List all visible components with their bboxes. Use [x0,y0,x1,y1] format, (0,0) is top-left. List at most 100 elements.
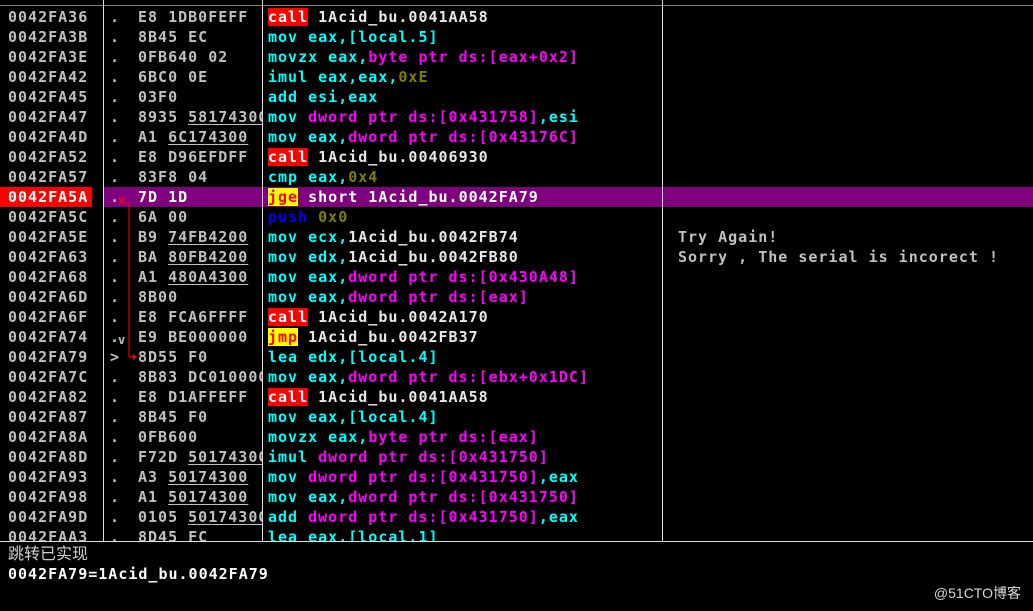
mnemonic: movzx [268,48,319,66]
address-cell: 0042FA45 [8,88,89,106]
disasm-row[interactable]: 0042FA52. E8 D96EFDFF call 1Acid_bu.004069… [0,147,1033,167]
row-marker: . [110,268,121,286]
disasm-row[interactable]: 0042FA9D. 0105 50174300 add dword ptr ds:[… [0,507,1033,527]
disasm-row[interactable]: 0042FA5C. 6A 00 push 0x0 [0,207,1033,227]
hex-dump-cell: A1 50174300 [138,487,262,507]
disasm-row[interactable]: 0042FA6F. E8 FCA6FFFF call 1Acid_bu.0042A1… [0,307,1033,327]
disasm-row[interactable]: 0042FA93. A3 50174300 mov dword ptr ds:[0x… [0,467,1033,487]
row-marker: . [110,148,121,166]
operand: eax, [298,268,349,286]
hex-dump-cell: 8D55 F0 [138,347,262,367]
hex-dump-cell: E8 1DB0FEFF [138,7,262,27]
watermark: @51CTO博客 [933,585,1021,601]
operand: dword ptr ds:[0x431758] [298,108,539,126]
hex-byte-group: 02 [208,48,229,66]
hex-dump-cell: 7D 1D [138,187,262,207]
row-marker: . [110,508,121,526]
mnemonic: mov [268,488,299,506]
hex-byte-group: 04 [188,168,209,186]
operand: eax, [298,168,349,186]
hex-dump-cell: 6A 00 [138,207,262,227]
address-cell: 0042FA57 [8,168,89,186]
disassembly-cell: call 1Acid_bu.0041AA58 [268,387,660,407]
row-marker: . [110,48,121,66]
disasm-row[interactable]: 0042FA82. E8 D1AFFEFF call 1Acid_bu.0041AA… [0,387,1033,407]
hex-byte-group: 7D [138,188,159,206]
disassembly-pane[interactable]: 0042FA36. E8 1DB0FEFF call 1Acid_bu.0041AA… [0,0,1033,541]
disasm-row[interactable]: 0042FA98. A1 50174300 mov eax,dword ptr ds… [0,487,1033,507]
address-cell: 0042FA5E [8,228,89,246]
hex-byte-group: A1 [138,128,159,146]
operand: ecx, [298,228,349,246]
column-divider-comment[interactable] [662,0,663,541]
operand: dword ptr ds:[0x431750] [298,468,539,486]
disasm-row[interactable]: 0042FA4D. A1 6C174300 mov eax,dword ptr ds… [0,127,1033,147]
disasm-row[interactable]: 0042FA68. A1 480A4300 mov eax,dword ptr ds… [0,267,1033,287]
disassembly-cell: imul dword ptr ds:[0x431750] [268,447,660,467]
hex-dump-cell: 8D45 FC [138,527,262,541]
jump-status-text: 跳转已实现 [8,544,89,563]
mnemonic: add [268,508,299,526]
disasm-row[interactable]: 0042FA3E. 0FB640 02 movzx eax,byte ptr ds:… [0,47,1033,67]
mnemonic: imul [268,68,309,86]
disasm-row[interactable]: 0042FA42. 6BC0 0E imul eax,eax,0xE [0,67,1033,87]
disasm-row[interactable]: 0042FA79 >8D55 F0 lea edx,[local.4] [0,347,1033,367]
hex-dump-cell: 0FB600 [138,427,262,447]
mnemonic: call [268,8,309,26]
operand: byte ptr ds:[eax] [368,428,539,446]
operand: 1Acid_bu.0042A170 [308,308,489,326]
disassembly-cell: mov dword ptr ds:[0x431750],eax [268,467,660,487]
mnemonic: mov [268,268,299,286]
hex-byte-group: E8 [138,388,159,406]
disassembly-cell: mov dword ptr ds:[0x431758],esi [268,107,660,127]
operand: eax, [318,48,369,66]
row-marker: . [110,208,121,226]
hex-dump-cell: 0105 50174300 [138,507,262,527]
hex-dump-cell: 83F8 04 [138,167,262,187]
disasm-row[interactable]: 0042FA36. E8 1DB0FEFF call 1Acid_bu.0041AA… [0,7,1033,27]
disasm-row[interactable]: 0042FA3B. 8B45 EC mov eax,[local.5] [0,27,1033,47]
hex-dump-cell: E8 D96EFDFF [138,147,262,167]
operand: 0x0 [308,208,349,226]
disasm-row[interactable]: 0042FAA3. 8D45 FC lea eax,[local.1] [0,527,1033,541]
hex-byte-group: D1AFFEFF [168,388,249,406]
disasm-row[interactable]: 0042FA74. v E9 BE000000 jmp 1Acid_bu.0042FB… [0,327,1033,347]
operand: ,esi [538,108,579,126]
row-marker: . [110,108,121,126]
mnemonic: jge [268,188,299,206]
disasm-row[interactable]: 0042FA6D. 8B00 mov eax,dword ptr ds:[eax] [0,287,1033,307]
address-cell: 0042FA74 [8,328,89,346]
hex-dump-cell: 8B45 EC [138,27,262,47]
disasm-row[interactable]: 0042FA45. 03F0 add esi,eax [0,87,1033,107]
disasm-row[interactable]: 0042FA8A. 0FB600 movzx eax,byte ptr ds:[ea… [0,427,1033,447]
disassembly-cell: call 1Acid_bu.0042A170 [268,307,660,327]
disasm-row[interactable]: 0042FA5E. B9 74FB4200 mov ecx,1Acid_bu.004… [0,227,1033,247]
disasm-row[interactable]: 0042FA8D. F72D 50174300 imul dword ptr ds:… [0,447,1033,467]
hex-byte-group: EC [188,28,209,46]
disassembly-cell: cmp eax,0x4 [268,167,660,187]
column-divider-address[interactable] [103,0,104,541]
disasm-row[interactable]: 0042FA57. 83F8 04 cmp eax,0x4 [0,167,1033,187]
jump-target-text: 0042FA79=1Acid_bu.0042FA79 [8,565,269,583]
hex-dump-cell: 03F0 [138,87,262,107]
column-divider-hex-dump[interactable] [262,0,263,541]
disasm-row[interactable]: 0042FA5A. v 7D 1D jge short 1Acid_bu.0042FA… [0,187,1033,207]
operand: 0x4 [348,168,379,186]
hex-dump-cell: E8 D1AFFEFF [138,387,262,407]
disasm-row[interactable]: 0042FA87. 8B45 F0 mov eax,[local.4] [0,407,1033,427]
operand: dword ptr ds:[eax] [348,288,529,306]
disasm-row[interactable]: 0042FA63. BA 80FB4200 mov edx,1Acid_bu.004… [0,247,1033,267]
disasm-row[interactable]: 0042FA47. 8935 58174300 mov dword ptr ds:[… [0,107,1033,127]
row-marker: . [110,388,121,406]
fixup-bytes: 6C174300 [168,128,249,146]
disassembly-cell: mov eax,dword ptr ds:[0x430A48] [268,267,660,287]
hex-byte-group: 8D45 [138,528,179,541]
operand: 1Acid_bu.0041AA58 [308,388,489,406]
operand: eax, [298,288,349,306]
mnemonic: movzx [268,428,319,446]
operand: byte ptr ds:[eax+0x2] [368,48,579,66]
hex-byte-group: 8B83 [138,368,179,386]
mnemonic: lea [268,348,299,366]
fixup-bytes: 58174300 [188,108,262,126]
disasm-row[interactable]: 0042FA7C. 8B83 DC010000 mov eax,dword ptr … [0,367,1033,387]
